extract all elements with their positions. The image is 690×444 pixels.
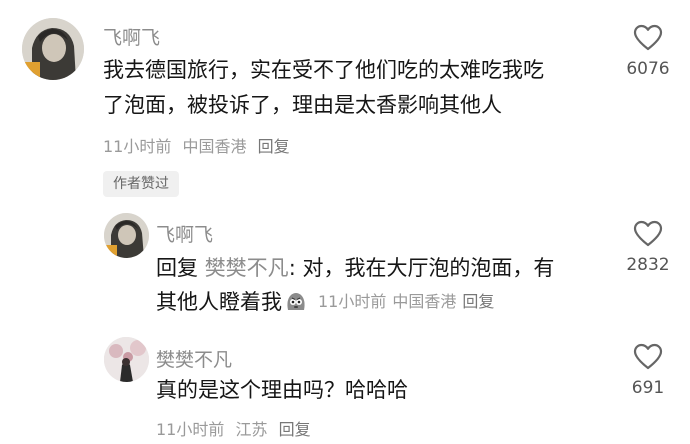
reply-2-time: 11小时前 xyxy=(156,420,225,439)
reply-1-time: 11小时前 xyxy=(318,292,387,311)
reply-1-text-line-2: 其他人瞪着我 11小时前 中国香港 回复 xyxy=(156,286,500,320)
comment-time: 11小时前 xyxy=(103,137,172,156)
reply-2-text: 真的是这个理由吗？哈哈哈 xyxy=(156,378,408,402)
like-group-reply-1: 2832 xyxy=(608,220,688,275)
like-group-reply-2: 691 xyxy=(608,343,688,398)
staring-emoji-icon xyxy=(287,293,305,310)
comment-text-line-2: 了泡面，被投诉了，理由是太香影响其他人 xyxy=(103,93,502,117)
reply-1-text: : 对，我在大厅泡的泡面，有 xyxy=(288,256,555,280)
like-count: 6076 xyxy=(626,59,670,79)
avatar-image xyxy=(104,337,149,382)
avatar-reply-2[interactable] xyxy=(104,337,149,382)
reply-2-like-count: 691 xyxy=(631,378,665,398)
comment-meta: 11小时前 中国香港 回复 xyxy=(103,133,296,157)
reply-2-meta: 11小时前 江苏 回复 xyxy=(156,416,317,440)
reply-1-meta: 11小时前 中国香港 回复 xyxy=(318,292,500,311)
reply-button[interactable]: 回复 xyxy=(258,137,290,156)
reply-1-text-2: 其他人瞪着我 xyxy=(156,290,282,314)
comment-location: 中国香港 xyxy=(182,137,247,156)
author-liked-badge: 作者赞过 xyxy=(103,171,179,197)
like-group-main: 6076 xyxy=(608,24,688,79)
heart-outline-icon[interactable] xyxy=(633,220,663,247)
reply-1-reply-button[interactable]: 回复 xyxy=(462,292,494,311)
avatar-reply-1[interactable] xyxy=(104,213,149,258)
reply-1-mention[interactable]: 樊樊不凡 xyxy=(205,256,289,280)
reply-1-prefix: 回复 xyxy=(156,256,198,280)
comment-text-line-1: 我去德国旅行，实在受不了他们吃的太难吃我吃 xyxy=(103,58,544,82)
comment-author[interactable]: 飞啊飞 xyxy=(103,23,160,50)
heart-outline-icon[interactable] xyxy=(633,24,663,51)
reply-1-like-count: 2832 xyxy=(626,255,670,275)
avatar-image xyxy=(104,213,149,258)
reply-1-location: 中国香港 xyxy=(392,292,457,311)
avatar-main[interactable] xyxy=(22,18,84,80)
reply-2-reply-button[interactable]: 回复 xyxy=(279,420,311,439)
reply-2-author[interactable]: 樊樊不凡 xyxy=(156,345,232,372)
heart-outline-icon[interactable] xyxy=(633,343,663,370)
avatar-image xyxy=(22,18,84,80)
reply-1-text-line-1: 回复 樊樊不凡: 对，我在大厅泡的泡面，有 xyxy=(156,252,554,285)
reply-2-location: 江苏 xyxy=(235,420,268,439)
reply-1-author[interactable]: 飞啊飞 xyxy=(156,220,213,247)
